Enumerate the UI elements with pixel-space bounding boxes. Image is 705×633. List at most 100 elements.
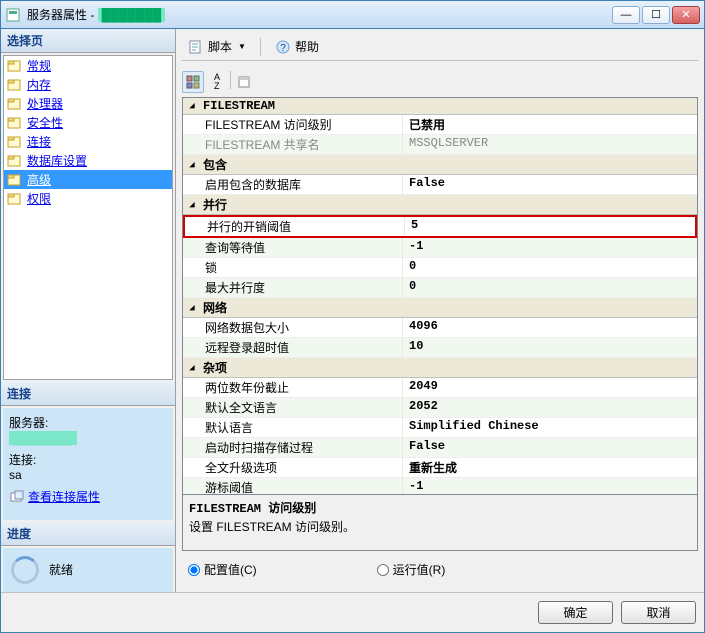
page-item-6[interactable]: 高级 (4, 170, 172, 189)
page-item-label: 处理器 (27, 95, 63, 112)
property-category[interactable]: ◢杂项 (183, 358, 697, 378)
toolbar: 脚本 ▼ ? 帮助 (182, 33, 698, 61)
property-row[interactable]: 默认全文语言2052 (183, 398, 697, 418)
property-name: 启动时扫描存储过程 (183, 438, 403, 457)
content-area: 选择页 常规内存处理器安全性连接数据库设置高级权限 连接 服务器: ██████… (1, 29, 704, 592)
property-row[interactable]: FILESTREAM 共享名MSSQLSERVER (183, 135, 697, 155)
select-page-header: 选择页 (1, 29, 175, 53)
close-button[interactable]: ✕ (672, 6, 700, 24)
property-row[interactable]: 最大并行度0 (183, 278, 697, 298)
property-value[interactable]: 10 (403, 338, 697, 357)
property-name: 锁 (183, 258, 403, 277)
maximize-button[interactable]: ☐ (642, 6, 670, 24)
property-name: 最大并行度 (183, 278, 403, 297)
property-name: 默认全文语言 (183, 398, 403, 417)
page-icon (7, 154, 23, 168)
property-category[interactable]: ◢ 网络 (183, 298, 697, 318)
property-row[interactable]: 并行的开销阈值5 (183, 215, 697, 238)
page-item-3[interactable]: 安全性 (4, 113, 172, 132)
property-row[interactable]: 两位数年份截止2049 (183, 378, 697, 398)
property-value[interactable]: Simplified Chinese (403, 418, 697, 437)
conn-value: sa (9, 468, 167, 482)
property-value[interactable]: 重新生成 (403, 458, 697, 477)
progress-header: 进度 (1, 522, 175, 546)
property-value[interactable]: 已禁用 (403, 115, 697, 134)
property-row[interactable]: 远程登录超时值10 (183, 338, 697, 358)
property-value[interactable]: -1 (403, 238, 697, 257)
alphabetical-view-button[interactable]: AZ (206, 71, 228, 93)
property-value[interactable]: 4096 (403, 318, 697, 337)
property-name: 并行的开销阈值 (185, 217, 405, 236)
property-grid[interactable]: ◢ FILESTREAM FILESTREAM 访问级别已禁用FILESTREAM … (182, 97, 698, 495)
page-item-5[interactable]: 数据库设置 (4, 151, 172, 170)
category-expander-icon[interactable]: ◢ (185, 198, 199, 212)
property-row[interactable]: 启动时扫描存储过程False (183, 438, 697, 458)
category-label: FILESTREAM (203, 99, 275, 113)
category-label: 包含 (203, 156, 227, 173)
help-pane: FILESTREAM 访问级别 设置 FILESTREAM 访问级别。 (182, 495, 698, 551)
property-category[interactable]: ◢ 并行 (183, 195, 697, 215)
property-pages-button[interactable] (233, 71, 255, 93)
grid-toolbar: AZ (182, 67, 698, 97)
property-name: 启用包含的数据库 (183, 175, 403, 194)
running-value-radio[interactable]: 运行值(R) (377, 561, 446, 578)
property-value[interactable]: 2052 (403, 398, 697, 417)
property-row[interactable]: 全文升级选项重新生成 (183, 458, 697, 478)
property-category[interactable]: ◢ 包含 (183, 155, 697, 175)
dialog-window: 服务器属性 - ███████ — ☐ ✕ 选择页 常规内存处理器安全性连接数据… (0, 0, 705, 633)
ok-button[interactable]: 确定 (538, 601, 613, 624)
page-item-label: 高级 (27, 171, 51, 188)
property-row[interactable]: 锁0 (183, 258, 697, 278)
cancel-button[interactable]: 取消 (621, 601, 696, 624)
value-mode-radios: 配置值(C) 运行值(R) (182, 551, 698, 588)
property-name: 全文升级选项 (183, 458, 403, 477)
page-item-label: 数据库设置 (27, 152, 87, 169)
server-value-redacted: ███████ (9, 431, 77, 445)
property-value[interactable]: 5 (405, 217, 695, 236)
page-item-label: 安全性 (27, 114, 63, 131)
category-label: 并行 (203, 196, 227, 213)
grid-toolbar-separator (230, 71, 231, 89)
property-value[interactable]: 2049 (403, 378, 697, 397)
property-row[interactable]: 启用包含的数据库False (183, 175, 697, 195)
property-value[interactable]: 0 (403, 278, 697, 297)
property-value[interactable]: False (403, 175, 697, 194)
categorized-view-button[interactable] (182, 71, 204, 93)
page-icon (7, 173, 23, 187)
running-radio-input[interactable] (377, 564, 389, 576)
property-row[interactable]: 游标阈值-1 (183, 478, 697, 495)
category-expander-icon[interactable]: ◢ (185, 99, 199, 113)
script-button[interactable]: 脚本 ▼ (182, 36, 252, 57)
configured-value-radio[interactable]: 配置值(C) (188, 561, 257, 578)
property-value[interactable]: -1 (403, 478, 697, 495)
page-item-2[interactable]: 处理器 (4, 94, 172, 113)
category-expander-icon[interactable]: ◢ (185, 361, 199, 375)
category-expander-icon[interactable]: ◢ (185, 158, 199, 172)
property-row[interactable]: FILESTREAM 访问级别已禁用 (183, 115, 697, 135)
page-item-4[interactable]: 连接 (4, 132, 172, 151)
page-icon (7, 97, 23, 111)
view-connection-properties-link[interactable]: 查看连接属性 (9, 488, 100, 505)
svg-text:?: ? (280, 43, 286, 54)
property-row[interactable]: 查询等待值-1 (183, 238, 697, 258)
property-row[interactable]: 默认语言Simplified Chinese (183, 418, 697, 438)
category-expander-icon[interactable]: ◢ (185, 301, 199, 315)
property-value[interactable]: False (403, 438, 697, 457)
page-icon (7, 59, 23, 73)
category-label: 网络 (203, 299, 227, 316)
property-row[interactable]: 网络数据包大小4096 (183, 318, 697, 338)
minimize-button[interactable]: — (612, 6, 640, 24)
configured-radio-input[interactable] (188, 564, 200, 576)
property-value[interactable]: 0 (403, 258, 697, 277)
page-item-1[interactable]: 内存 (4, 75, 172, 94)
page-item-0[interactable]: 常规 (4, 56, 172, 75)
property-value[interactable]: MSSQLSERVER (403, 135, 697, 154)
property-category[interactable]: ◢ FILESTREAM (183, 98, 697, 115)
property-name: 游标阈值 (183, 478, 403, 495)
page-item-7[interactable]: 权限 (4, 189, 172, 208)
page-icon (7, 78, 23, 92)
progress-spinner-icon (11, 556, 39, 584)
help-button[interactable]: ? 帮助 (269, 36, 325, 57)
property-name: FILESTREAM 访问级别 (183, 115, 403, 134)
property-name: 查询等待值 (183, 238, 403, 257)
